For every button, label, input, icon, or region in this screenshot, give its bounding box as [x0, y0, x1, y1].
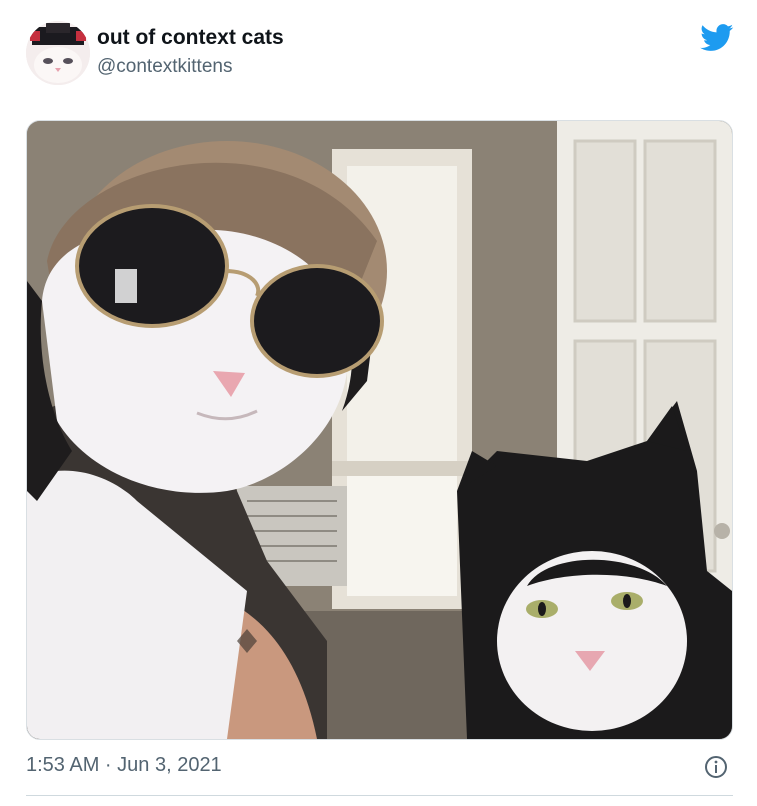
tweet-card: out of context cats @contextkittens 1:53… [0, 0, 757, 806]
avatar-cat-image [26, 21, 90, 85]
avatar[interactable] [26, 21, 90, 85]
user-handle[interactable]: @contextkittens [97, 56, 232, 78]
tweet-photo[interactable] [26, 120, 733, 740]
display-name[interactable]: out of context cats [97, 26, 284, 50]
cat-mask-selfie-image [27, 121, 732, 739]
info-icon[interactable] [704, 755, 728, 779]
twitter-bird-icon[interactable] [700, 24, 734, 52]
divider [26, 795, 733, 796]
tweet-timestamp[interactable]: 1:53 AM · Jun 3, 2021 [26, 754, 222, 777]
